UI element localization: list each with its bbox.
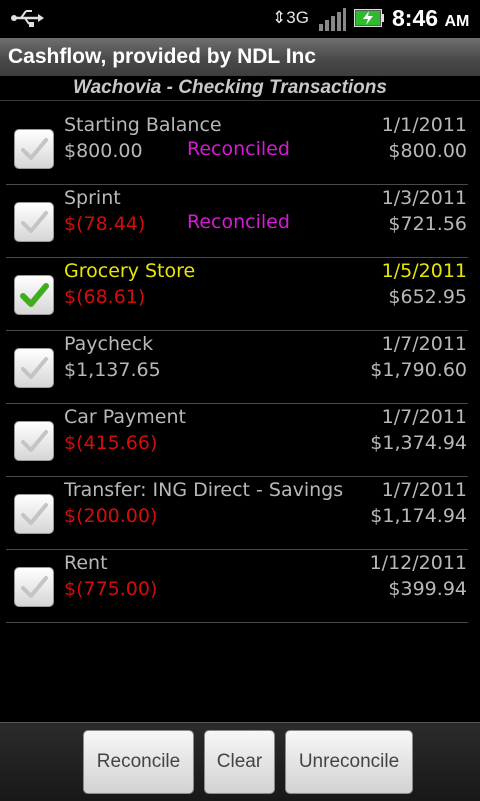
transaction-name: Grocery Store: [64, 260, 196, 282]
running-balance: $652.95: [388, 286, 467, 308]
transaction-date: 1/5/2011: [381, 260, 467, 282]
reconcile-button[interactable]: Reconcile: [83, 730, 194, 794]
transaction-date: 1/7/2011: [381, 479, 467, 501]
transaction-list: Starting Balance $800.00 Reconciled 1/1/…: [6, 112, 468, 623]
checkmark-checked-icon: [20, 283, 49, 307]
running-balance: $399.94: [388, 578, 467, 600]
transaction-name: Rent: [64, 552, 108, 574]
checkbox[interactable]: [14, 348, 54, 388]
checkmark-unchecked-icon: [21, 576, 48, 598]
clock: 8:46 AM: [392, 5, 470, 31]
checkbox[interactable]: [14, 421, 54, 461]
transaction-name: Paycheck: [64, 333, 154, 355]
transaction-row[interactable]: Car Payment $(415.66) 1/7/2011 $1,374.94: [6, 404, 468, 477]
checkbox[interactable]: [14, 129, 54, 169]
checkbox[interactable]: [14, 275, 54, 315]
app-title: Cashflow, provided by NDL Inc: [8, 45, 317, 68]
clear-button[interactable]: Clear: [204, 730, 275, 794]
data-arrows-icon: ⇕: [272, 8, 287, 27]
battery-charging-icon: [354, 9, 384, 27]
transaction-amount: $(200.00): [64, 505, 158, 527]
running-balance: $1,374.94: [370, 432, 467, 454]
transaction-date: 1/3/2011: [381, 187, 467, 209]
usb-icon: [11, 10, 44, 27]
app-title-bar: Cashflow, provided by NDL Inc: [0, 38, 480, 76]
transaction-amount: $(78.44): [64, 213, 146, 235]
transaction-row[interactable]: Rent $(775.00) 1/12/2011 $399.94: [6, 550, 468, 623]
checkmark-unchecked-icon: [21, 211, 48, 233]
account-header: Wachovia - Checking Transactions: [0, 76, 480, 100]
transaction-date: 1/7/2011: [381, 406, 467, 428]
transaction-amount: $(775.00): [64, 578, 158, 600]
network-type: ⇕3G: [272, 8, 309, 27]
transaction-row[interactable]: Sprint $(78.44) Reconciled 1/3/2011 $721…: [6, 185, 468, 258]
running-balance: $1,174.94: [370, 505, 467, 527]
transaction-amount: $(415.66): [64, 432, 158, 454]
transaction-row[interactable]: Transfer: ING Direct - Savings $(200.00)…: [6, 477, 468, 550]
transaction-row[interactable]: Grocery Store $(68.61) 1/5/2011 $652.95: [6, 258, 468, 331]
divider: [0, 100, 480, 101]
running-balance: $1,790.60: [370, 359, 467, 381]
transaction-name: Starting Balance: [64, 114, 222, 136]
checkmark-unchecked-icon: [21, 138, 48, 160]
checkmark-unchecked-icon: [21, 503, 48, 525]
transaction-date: 1/1/2011: [381, 114, 467, 136]
checkmark-unchecked-icon: [21, 430, 48, 452]
transaction-amount: $1,137.65: [64, 359, 161, 381]
transaction-amount: $800.00: [64, 140, 143, 162]
transaction-name: Transfer: ING Direct - Savings: [64, 479, 344, 501]
running-balance: $800.00: [388, 140, 467, 162]
reconciled-status: Reconciled: [187, 211, 290, 233]
transaction-row[interactable]: Paycheck $1,137.65 1/7/2011 $1,790.60: [6, 331, 468, 404]
transaction-date: 1/12/2011: [369, 552, 467, 574]
account-title: Wachovia - Checking Transactions: [73, 77, 387, 98]
transaction-name: Car Payment: [64, 406, 186, 428]
checkbox[interactable]: [14, 567, 54, 607]
status-bar: ⇕3G 8:46 AM: [0, 0, 480, 38]
checkbox[interactable]: [14, 202, 54, 242]
signal-icon: [319, 8, 346, 31]
reconciled-status: Reconciled: [187, 138, 290, 160]
checkmark-unchecked-icon: [21, 357, 48, 379]
unreconcile-button[interactable]: Unreconcile: [285, 730, 413, 794]
transaction-date: 1/7/2011: [381, 333, 467, 355]
action-bar: Reconcile Clear Unreconcile: [0, 722, 480, 801]
transaction-row[interactable]: Starting Balance $800.00 Reconciled 1/1/…: [6, 112, 468, 185]
running-balance: $721.56: [388, 213, 467, 235]
checkbox[interactable]: [14, 494, 54, 534]
transaction-name: Sprint: [64, 187, 121, 209]
transaction-amount: $(68.61): [64, 286, 146, 308]
